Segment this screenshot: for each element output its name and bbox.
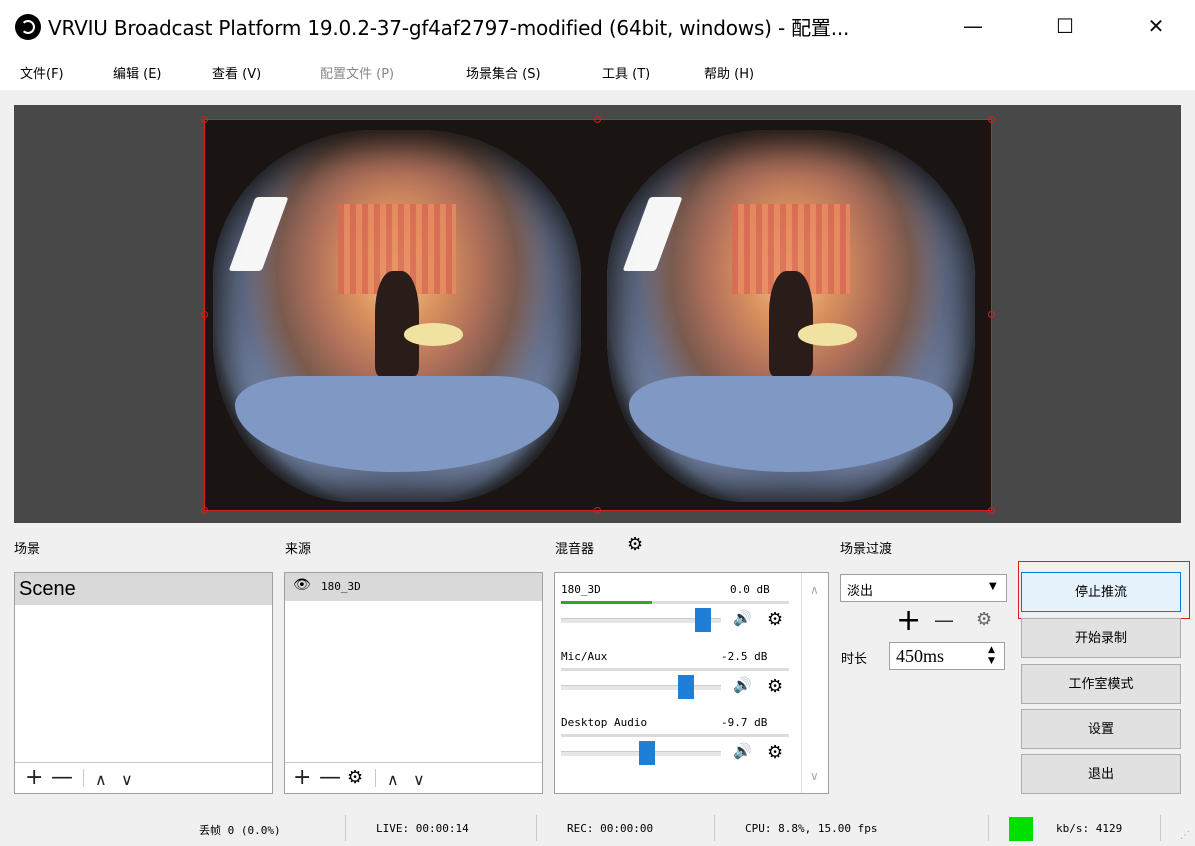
resize-handle[interactable] [988,311,995,318]
bitrate-status: kb/s: 4129 [1056,822,1123,835]
volume-slider-handle[interactable] [695,608,712,632]
audio-mixer: 180_3D 0.0 dB 🔊 ⚙ Mic/Aux -2.5 dB 🔊 ⚙ De… [554,572,829,794]
source-properties-gear-icon[interactable]: ⚙ [347,769,363,787]
channel-name: Mic/Aux [561,650,608,663]
rec-timer-status: REC: 00:00:00 [567,822,654,835]
scroll-down-icon[interactable]: ∨ [810,769,819,783]
scenes-dock-label: 场景 [14,542,41,557]
resize-handle[interactable] [594,507,601,514]
transitions-dock-label: 场景过渡 [840,542,893,557]
sources-dock-label: 来源 [285,542,312,557]
duration-value: 450ms [896,646,945,666]
menu-file[interactable]: 文件(F) [20,63,64,82]
mixer-scrollbar[interactable]: ∧ ∨ [801,573,829,793]
sources-list[interactable]: 👁 180_3D + — ⚙ ∧ ∨ [284,572,543,794]
duration-spinbox[interactable]: 450ms ▲ ▼ [889,642,1005,670]
channel-settings-gear-icon[interactable]: ⚙ [767,611,783,629]
video-source-180-3d[interactable] [204,119,992,511]
move-scene-up-button[interactable]: ∧ [95,769,107,791]
settings-button[interactable]: 设置 [1021,709,1181,749]
resize-handle[interactable] [201,116,208,123]
minimize-button[interactable]: — [950,8,996,44]
channel-db: 0.0 dB [730,583,770,596]
cpu-status: CPU: 8.8%, 15.00 fps [745,822,878,835]
source-item[interactable]: 👁 180_3D [285,573,542,601]
channel-db: -2.5 dB [721,650,768,663]
menu-tools[interactable]: 工具 (T) [602,63,650,82]
menu-view[interactable]: 查看 (V) [212,63,261,82]
channel-name: 180_3D [561,583,601,596]
channel-settings-gear-icon[interactable]: ⚙ [767,678,783,696]
start-recording-button[interactable]: 开始录制 [1021,618,1181,658]
close-button[interactable]: ✕ [1133,8,1179,44]
volume-slider[interactable] [561,685,721,690]
eye-icon[interactable]: 👁 [293,577,311,593]
speaker-icon[interactable]: 🔊 [733,742,752,760]
channel-settings-gear-icon[interactable]: ⚙ [767,744,783,762]
scene-item[interactable]: Scene [15,573,272,605]
menu-bar: 文件(F) 编辑 (E) 查看 (V) 配置文件 (P) 场景集合 (S) 工具… [0,52,1195,90]
add-source-button[interactable]: + [293,767,311,789]
stream-health-indicator [1009,817,1033,841]
source-name: 180_3D [321,580,361,593]
volume-meter [561,734,789,737]
remove-transition-button[interactable]: — [934,610,954,630]
volume-slider-handle[interactable] [639,741,656,765]
transition-select-value: 淡出 [847,584,874,599]
spin-up-icon[interactable]: ▲ [988,645,995,655]
menu-edit[interactable]: 编辑 (E) [113,63,162,82]
speaker-icon[interactable]: 🔊 [733,609,752,627]
resize-grip-icon[interactable]: ⋰ [1180,830,1190,841]
window-title: VRVIU Broadcast Platform 19.0.2-37-gf4af… [48,16,850,40]
volume-slider-handle[interactable] [677,675,694,699]
right-eye-view [607,130,975,502]
transition-select[interactable]: 淡出 ▼ [840,574,1007,602]
resize-handle[interactable] [988,116,995,123]
channel-name: Desktop Audio [561,716,648,729]
title-bar: VRVIU Broadcast Platform 19.0.2-37-gf4af… [0,0,1195,52]
stop-stream-button[interactable]: 停止推流 [1021,572,1181,612]
exit-button[interactable]: 退出 [1021,754,1181,794]
resize-handle[interactable] [201,311,208,318]
remove-scene-button[interactable]: — [51,767,73,789]
add-transition-button[interactable]: + [896,606,921,636]
remove-source-button[interactable]: — [319,767,341,789]
channel-db: -9.7 dB [721,716,768,729]
scenes-list[interactable]: Scene + — ∧ ∨ [14,572,273,794]
menu-scene-collection[interactable]: 场景集合 (S) [466,63,541,82]
move-source-down-button[interactable]: ∨ [413,769,425,791]
transition-properties-gear-icon[interactable]: ⚙ [976,611,992,629]
live-timer-status: LIVE: 00:00:14 [376,822,469,835]
mixer-dock-label: 混音器 [555,542,595,557]
spin-down-icon[interactable]: ▼ [988,656,995,666]
volume-meter [561,668,789,671]
move-source-up-button[interactable]: ∧ [387,769,399,791]
resize-handle[interactable] [594,116,601,123]
scroll-up-icon[interactable]: ∧ [810,583,819,597]
speaker-icon[interactable]: 🔊 [733,676,752,694]
resize-handle[interactable] [201,507,208,514]
app-logo-icon [15,14,41,40]
maximize-button[interactable]: ☐ [1042,8,1088,44]
duration-label: 时长 [841,652,868,667]
add-scene-button[interactable]: + [25,767,43,789]
mixer-settings-gear-icon[interactable]: ⚙ [627,536,643,554]
move-scene-down-button[interactable]: ∨ [121,769,133,791]
studio-mode-button[interactable]: 工作室模式 [1021,664,1181,704]
left-eye-view [213,130,581,502]
menu-profile[interactable]: 配置文件 (P) [320,63,394,82]
resize-handle[interactable] [988,507,995,514]
dropped-frames-status: 丢帧 0 (0.0%) [199,824,281,837]
volume-meter [561,601,789,604]
menu-help[interactable]: 帮助 (H) [704,63,754,82]
dropdown-arrow-icon: ▼ [989,581,997,592]
